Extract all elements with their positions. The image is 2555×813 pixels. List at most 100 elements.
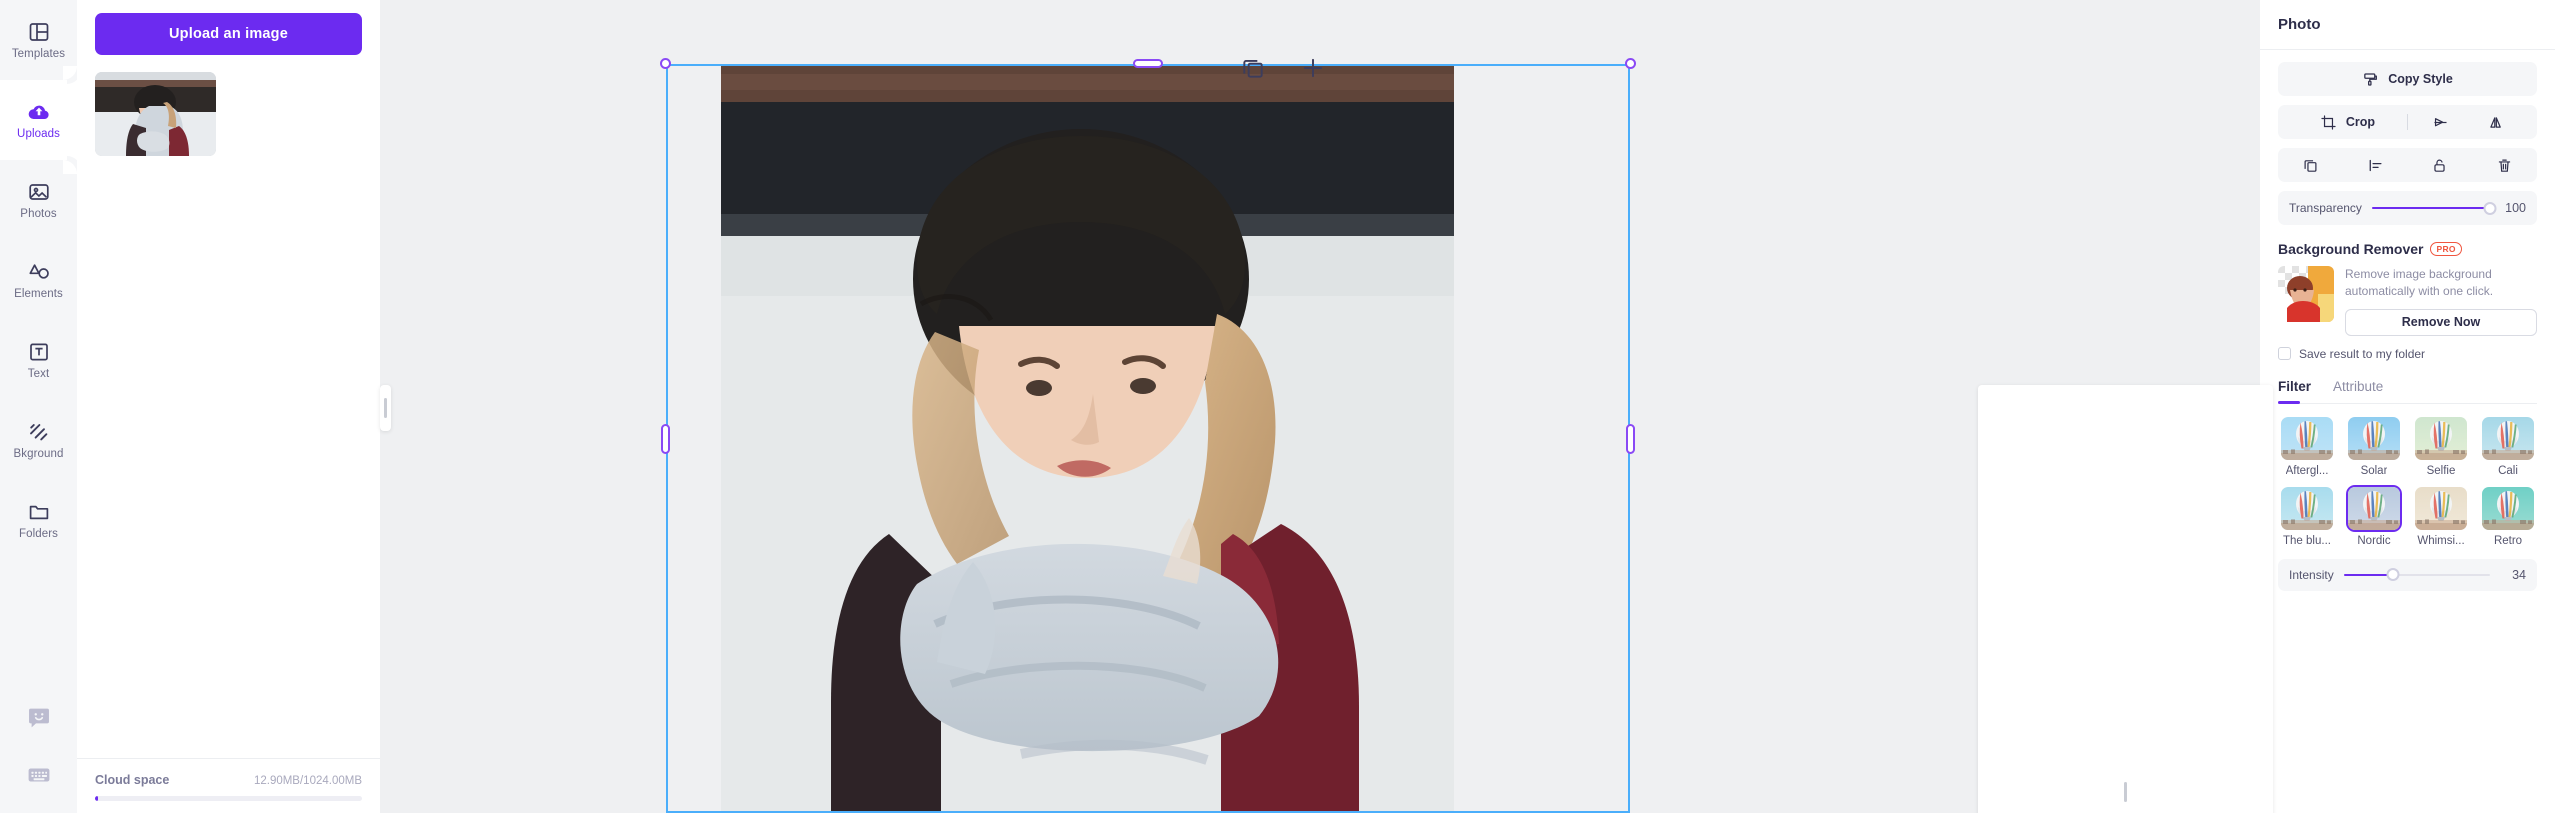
filter-item[interactable]: The blu... [2278,486,2336,547]
paint-roller-icon [2364,72,2378,86]
save-result-checkbox[interactable] [2278,347,2291,361]
sidebar-item-elements[interactable]: Elements [0,240,77,320]
left-nav-rail: Templates Uploads Photos Elements Text B… [0,0,77,813]
filter-item[interactable]: Retro [2479,486,2537,547]
filter-item[interactable]: Nordic [2345,486,2403,547]
cloud-space-usage: 12.90MB/1024.00MB [253,775,362,787]
handle-grip [2124,781,2127,802]
tab-attribute[interactable]: Attribute [2333,379,2383,403]
filter-thumbnail [2281,486,2333,530]
intensity-value: 34 [2512,567,2526,582]
transparency-value: 100 [2505,201,2526,215]
sidebar-label-templates: Templates [11,47,66,60]
duplicate-icon[interactable] [2302,157,2319,174]
transparency-slider[interactable] [2371,200,2497,216]
filter-preview-image [2281,416,2333,460]
delete-icon[interactable] [2496,157,2513,174]
add-page-icon[interactable] [1300,55,1326,81]
filter-thumbnail [2348,486,2400,530]
background-remover-section: Remove image background automatically wi… [2278,266,2537,336]
canvas-toolbar [1240,55,1326,81]
flip-horizontal-icon[interactable] [2432,114,2449,131]
winter-portrait-thumbnail-image [95,72,216,156]
resize-handle-middle-left[interactable] [661,423,670,454]
handle-grip [384,398,387,418]
upload-an-image-button[interactable]: Upload an image [95,13,362,55]
intensity-control: Intensity 34 [2278,558,2537,591]
intensity-slider[interactable] [2343,567,2490,583]
upload-thumbnail[interactable] [95,72,216,156]
filter-preview-image [2415,416,2467,460]
filter-item[interactable]: Solar [2345,416,2403,477]
filter-thumbnail [2415,416,2467,460]
resize-handle-middle-right[interactable] [1626,423,1635,454]
filter-preview-image [2281,486,2333,530]
save-result-row: Save result to my folder [2278,347,2537,361]
sidebar-label-text-elements: Elements [14,287,63,300]
resize-handle-top-right[interactable] [1625,58,1636,69]
sidebar-label-photos: Photos [20,207,57,220]
canvas-photo[interactable] [721,64,1454,813]
filter-name: Retro [2493,534,2523,547]
collapse-left-panel-handle[interactable] [380,385,391,431]
sidebar-item-folders[interactable]: Folders [0,480,77,560]
tab-filter[interactable]: Filter [2278,379,2311,403]
resize-handle-top-center[interactable] [1133,59,1163,68]
filter-name: Aftergl... [2285,464,2329,477]
filter-item[interactable]: Aftergl... [2278,416,2336,477]
tab-active-underline [2278,401,2300,404]
filter-item[interactable]: Cali [2479,416,2537,477]
uploads-thumbnail-grid [77,55,380,758]
keyboard-shortcuts-icon [28,768,49,781]
filter-item[interactable]: Selfie [2412,416,2470,477]
background-remover-title: Background Remover [2278,241,2424,257]
filter-item[interactable]: Whimsi... [2412,486,2470,547]
filter-thumbnail [2415,486,2467,530]
filter-preview-image [2348,416,2400,460]
filter-grid: Aftergl... Solar Selfie Cali The blu... Nordi… [2278,416,2537,547]
properties-body: Copy Style Crop Transparency 100 Backgro… [2260,50,2555,591]
background-remover-content: Remove image background automatically wi… [2345,266,2537,336]
resize-handle-top-left[interactable] [660,58,671,69]
pro-badge: PRO [2430,241,2462,257]
feedback-button[interactable] [0,689,77,746]
intensity-label: Intensity [2289,567,2334,582]
sidebar-item-background[interactable]: Bkground [0,400,77,480]
sidebar-label-background: Bkground [13,447,64,460]
remove-now-button[interactable]: Remove Now [2345,308,2537,336]
elements-icon [28,264,49,279]
filter-name: Solar [2360,464,2388,477]
feedback-smiley-icon [28,708,49,727]
photo-icon [28,183,49,200]
filter-name: The blu... [2283,534,2331,547]
collapse-right-panel-handle[interactable] [1978,385,2273,813]
sidebar-item-uploads[interactable]: Uploads [0,66,77,174]
canvas-stage [660,58,1636,813]
rail-bottom-group [0,689,77,803]
cloud-space-label: Cloud space [95,773,170,787]
filter-preview-image [2415,486,2467,530]
sidebar-item-photos[interactable]: Photos [0,160,77,240]
keyboard-shortcuts-button[interactable] [0,746,77,803]
align-icon[interactable] [2367,157,2384,174]
cloud-space-progress-fill [95,796,99,801]
crop-label: Crop [2345,115,2376,129]
sidebar-label-text: Text [27,367,50,380]
filter-name: Whimsi... [2417,534,2465,547]
duplicate-page-icon[interactable] [1240,55,1266,81]
copy-style-button[interactable]: Copy Style [2278,62,2537,96]
background-remover-description: Remove image background automatically wi… [2345,267,2494,299]
slider-knob[interactable] [2483,201,2497,215]
cloud-space-section: Cloud space 12.90MB/1024.00MB [77,758,380,813]
transparency-label: Transparency [2289,201,2362,215]
unlock-icon[interactable] [2431,157,2448,174]
slider-fill [2371,207,2490,209]
save-result-label: Save result to my folder [2299,346,2426,361]
upload-cloud-icon [28,105,49,119]
crop-button[interactable]: Crop [2288,114,2407,131]
flip-vertical-icon[interactable] [2487,114,2504,131]
sidebar-item-text[interactable]: Text [0,320,77,400]
transparency-control: Transparency 100 [2278,191,2537,225]
copy-style-label: Copy Style [2388,72,2453,86]
slider-knob[interactable] [2386,568,2400,582]
